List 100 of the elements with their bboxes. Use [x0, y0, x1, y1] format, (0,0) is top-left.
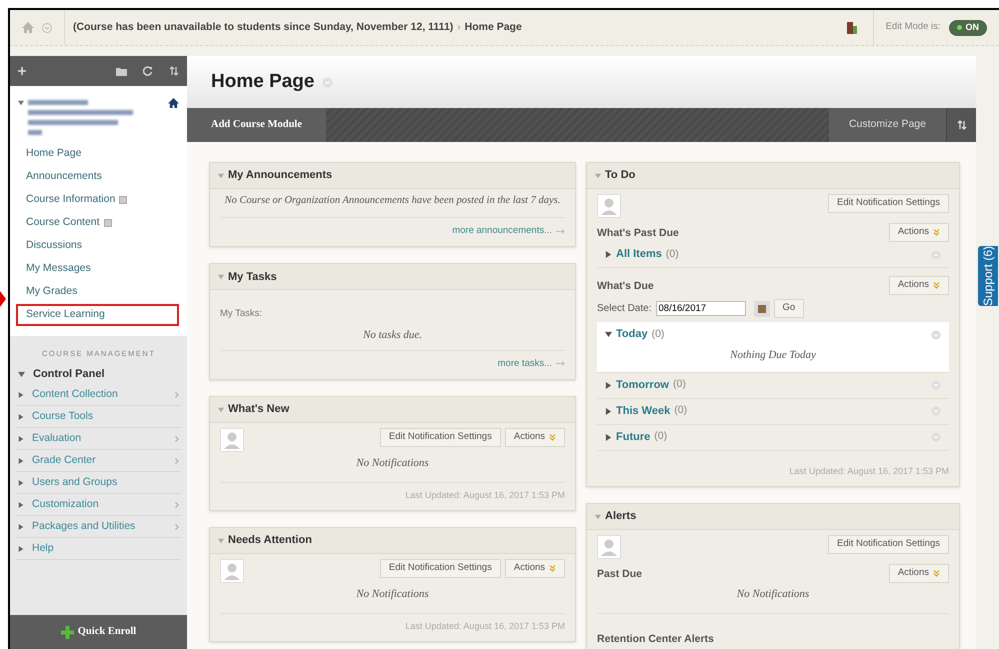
module-title[interactable]: Needs Attention: [228, 532, 312, 549]
expand-arrow-icon[interactable]: [18, 502, 24, 508]
date-label: Select Date:: [597, 302, 652, 316]
due-group-row[interactable]: Future (0): [597, 424, 949, 450]
actions-button[interactable]: Actions: [888, 223, 949, 242]
actions-button[interactable]: Actions: [888, 276, 949, 295]
expand-arrow-icon[interactable]: [18, 392, 24, 398]
group-count: (0): [666, 246, 679, 262]
edit-notification-settings-button[interactable]: Edit Notification Settings: [828, 535, 949, 554]
course-menu-item[interactable]: Home Page: [16, 143, 179, 165]
course-menu-item[interactable]: My Messages: [16, 258, 179, 280]
actions-button[interactable]: Actions: [504, 559, 566, 578]
expand-arrow-icon[interactable]: [18, 458, 24, 464]
page-title: Home Page: [211, 70, 314, 94]
control-panel-item[interactable]: Course Tools: [32, 408, 179, 425]
expand-arrow-icon[interactable]: [18, 370, 25, 378]
expand-arrow-icon[interactable]: [605, 331, 612, 338]
due-group-row[interactable]: This Week (0): [597, 398, 949, 424]
control-panel-item[interactable]: Help: [32, 540, 179, 557]
avatar-icon: [220, 559, 244, 583]
due-group-row[interactable]: All Items (0): [597, 242, 949, 268]
expand-arrow-icon[interactable]: [18, 100, 24, 106]
add-course-module-button[interactable]: Add Course Module: [187, 108, 326, 142]
refresh-icon[interactable]: [143, 66, 153, 76]
double-chevron-down-icon: [549, 565, 556, 572]
more-link[interactable]: more tasks...: [498, 356, 552, 371]
date-field[interactable]: 08/16/2017: [656, 301, 746, 316]
last-updated: Last Updated: August 16, 2017 1:53 PM: [789, 464, 949, 478]
course-menu-item[interactable]: Course Content: [16, 212, 179, 234]
group-link[interactable]: Future: [616, 428, 650, 446]
double-chevron-down-icon: [933, 282, 940, 289]
plus-icon: [60, 626, 74, 638]
empty-message: No Notifications: [356, 587, 429, 602]
course-menu-item[interactable]: Course Information: [16, 189, 179, 211]
control-panel-item[interactable]: Grade Center: [32, 452, 167, 469]
sort-icon[interactable]: [169, 66, 179, 76]
group-count: (0): [672, 377, 686, 392]
group-link[interactable]: Today: [616, 326, 648, 343]
group-count: (0): [654, 429, 668, 444]
group-count: (0): [674, 403, 688, 418]
arrow-tip-icon: [0, 291, 6, 307]
section-heading: What's Past Due: [597, 226, 679, 242]
empty-message: No tasks due.: [363, 328, 422, 344]
module-title[interactable]: My Announcements: [228, 167, 332, 184]
edit-notification-settings-button[interactable]: Edit Notification Settings: [380, 559, 501, 578]
edit-mode-label: Edit Mode is:: [886, 20, 940, 34]
expand-arrow-icon[interactable]: [18, 436, 24, 442]
group-link[interactable]: Tomorrow: [616, 376, 669, 394]
course-menu-item[interactable]: Announcements: [16, 166, 179, 188]
avatar-icon: [220, 428, 244, 452]
double-chevron-down-icon: [933, 229, 940, 236]
course-menu-item[interactable]: Discussions: [16, 235, 179, 257]
breadcrumb-current[interactable]: Home Page: [464, 20, 522, 36]
expand-arrow-icon[interactable]: [18, 524, 24, 530]
actions-button[interactable]: Actions: [504, 428, 566, 447]
control-panel-item[interactable]: Users and Groups: [32, 474, 179, 491]
due-group-row[interactable]: Today (0) Nothing Due Today: [597, 322, 949, 372]
section-heading: What's Due: [597, 279, 654, 294]
support-tab[interactable]: Support (6): [978, 246, 998, 306]
go-button[interactable]: Go: [774, 299, 804, 318]
expand-arrow-icon[interactable]: [18, 414, 24, 420]
module-title[interactable]: To Do: [605, 167, 636, 184]
due-group-row[interactable]: Tomorrow (0): [597, 372, 949, 398]
plus-icon[interactable]: [18, 67, 26, 75]
expand-arrow-icon[interactable]: [18, 546, 24, 552]
edit-notification-settings-button[interactable]: Edit Notification Settings: [380, 428, 501, 447]
control-panel-item[interactable]: Evaluation: [32, 430, 167, 447]
double-chevron-down-icon: [933, 570, 940, 577]
group-count: (0): [652, 326, 664, 342]
expand-arrow-icon[interactable]: [605, 408, 612, 414]
empty-message: No Notifications: [356, 456, 429, 471]
module-title[interactable]: Alerts: [605, 508, 636, 525]
group-link[interactable]: All Items: [616, 246, 662, 263]
control-panel-item[interactable]: Customization: [32, 496, 167, 513]
expand-arrow-icon[interactable]: [605, 382, 612, 388]
expand-arrow-icon[interactable]: [18, 480, 24, 486]
double-chevron-down-icon: [549, 434, 556, 441]
tasks-label: My Tasks:: [220, 308, 262, 320]
last-updated: Last Updated: August 16, 2017 1:53 PM: [405, 620, 566, 633]
edit-mode-toggle[interactable]: ON: [948, 20, 987, 36]
home-icon[interactable]: [168, 98, 179, 108]
control-panel-item[interactable]: Content Collection: [32, 386, 167, 403]
module-title[interactable]: My Tasks: [228, 268, 277, 285]
reorder-button[interactable]: [946, 108, 976, 142]
quick-enroll-button[interactable]: Quick Enroll: [10, 615, 187, 649]
control-panel-item[interactable]: Packages and Utilities: [32, 518, 167, 535]
expand-arrow-icon[interactable]: [605, 434, 612, 440]
expand-arrow-icon[interactable]: [605, 251, 612, 258]
actions-button[interactable]: Actions: [888, 564, 949, 583]
last-updated: Last Updated: August 16, 2017 1:53 PM: [405, 488, 566, 502]
customize-page-button[interactable]: Customize Page: [828, 108, 946, 142]
module-title[interactable]: What's New: [228, 401, 290, 418]
course-status: (Course has been unavailable to students since Sunday, November 12, 1111): [73, 20, 454, 35]
edit-notification-settings-button[interactable]: Edit Notification Settings: [828, 194, 949, 213]
folder-icon[interactable]: [116, 66, 127, 76]
group-link[interactable]: This Week: [616, 402, 670, 420]
more-link[interactable]: more announcements...: [452, 224, 552, 238]
control-panel-heading[interactable]: Control Panel: [33, 366, 105, 382]
course-menu-item[interactable]: My Grades: [16, 281, 179, 303]
course-menu-item[interactable]: Service Learning: [16, 304, 179, 326]
